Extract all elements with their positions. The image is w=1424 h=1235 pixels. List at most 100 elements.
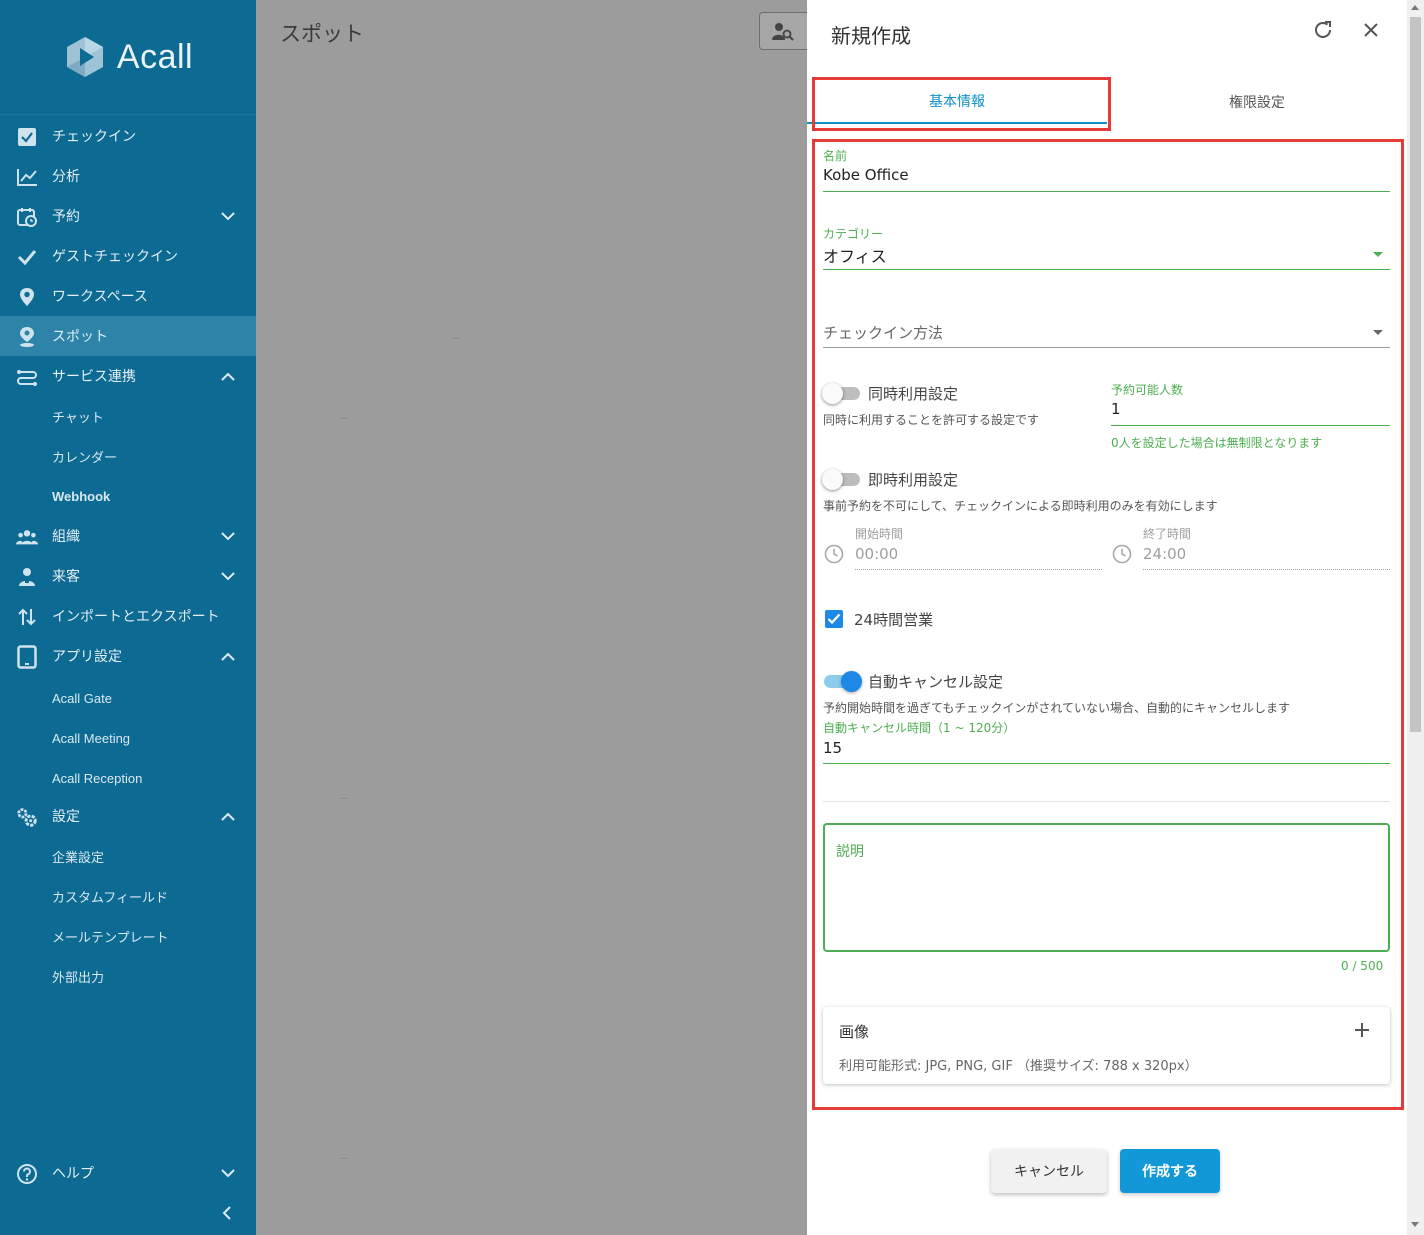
sidebar-item-app-settings[interactable]: アプリ設定: [0, 636, 256, 676]
description-label: 説明: [836, 844, 864, 860]
sidebar-item-label: チェックイン: [52, 129, 136, 145]
auto-cancel-minutes-underline: [823, 763, 1390, 764]
capacity-input[interactable]: 1: [1111, 400, 1121, 418]
sidebar-subitem-mail-templates[interactable]: メールテンプレート: [0, 916, 256, 956]
refresh-button[interactable]: [1309, 18, 1337, 46]
instant-use-hint: 事前予約を不可にして、チェックインによる即時利用のみを有効にします: [823, 499, 1218, 513]
group-icon: [16, 526, 38, 548]
section-divider: [823, 801, 1390, 802]
add-image-button[interactable]: [1349, 1019, 1375, 1045]
sidebar-item-visitor[interactable]: 来客: [0, 556, 256, 596]
calendar-clock-icon: [16, 206, 38, 228]
checkin-method-select[interactable]: チェックイン方法: [823, 322, 943, 343]
sidebar-subitem-chat[interactable]: チャット: [0, 396, 256, 436]
close-icon: [1363, 22, 1379, 42]
sidebar-item-label: 組織: [52, 529, 80, 545]
instant-use-toggle[interactable]: [822, 468, 862, 490]
sidebar-subitem-company-settings[interactable]: 企業設定: [0, 836, 256, 876]
sidebar-item-service-link[interactable]: サービス連携: [0, 356, 256, 396]
scrollbar-thumb[interactable]: [1410, 17, 1421, 732]
tab-permission-settings[interactable]: 権限設定: [1107, 80, 1407, 124]
instant-use-label: 即時利用設定: [868, 471, 959, 489]
user-search-field[interactable]: [759, 12, 807, 50]
image-upload-card: 画像 利用可能形式: JPG, PNG, GIF （推奨サイズ: 788 x 3…: [823, 1007, 1390, 1084]
sidebar: Acall チェックイン 分析 予約 ゲストチェックイン ワークスペース スポッ…: [0, 0, 256, 1235]
description-char-counter: 0 / 500: [1341, 959, 1384, 973]
name-input[interactable]: Kobe Office: [823, 166, 909, 184]
checkin-method-caret-icon[interactable]: [1373, 330, 1383, 335]
sidebar-subitem-label: Webhook: [52, 488, 111, 504]
vertical-scrollbar[interactable]: [1407, 0, 1424, 1235]
drawer-title: 新規作成: [831, 24, 911, 48]
gears-icon: [16, 806, 38, 828]
capacity-input-underline: [1111, 425, 1390, 426]
chevron-down-icon: [218, 206, 238, 226]
sidebar-item-spot[interactable]: スポット: [0, 316, 256, 356]
sidebar-subitem-calendar[interactable]: カレンダー: [0, 436, 256, 476]
sidebar-item-checkin[interactable]: チェックイン: [0, 116, 256, 156]
sidebar-subitem-label: メールテンプレート: [52, 930, 169, 946]
toggle-thumb: [822, 383, 843, 404]
chevron-down-icon: [218, 526, 238, 546]
end-time-input: 24:00: [1143, 545, 1187, 563]
visitor-icon: [16, 566, 38, 588]
open-24h-checkbox[interactable]: [825, 610, 843, 628]
image-section-title: 画像: [839, 1023, 870, 1041]
chevron-down-icon: [218, 1163, 238, 1183]
concurrent-use-toggle[interactable]: [822, 382, 862, 404]
sidebar-item-help[interactable]: ヘルプ: [0, 1153, 256, 1193]
service-link-icon: [16, 366, 38, 388]
auto-cancel-minutes-label: 自動キャンセル時間（1 ~ 120分）: [823, 721, 1016, 735]
end-clock-icon: [1112, 544, 1132, 568]
sidebar-item-workspace[interactable]: ワークスペース: [0, 276, 256, 316]
auto-cancel-toggle[interactable]: [822, 670, 862, 692]
sidebar-item-settings[interactable]: 設定: [0, 796, 256, 836]
checkin-method-underline: [823, 347, 1390, 348]
category-caret-icon[interactable]: [1373, 252, 1383, 257]
sidebar-subitem-label: Acall Gate: [52, 690, 112, 706]
scroll-down-arrow-icon[interactable]: [1411, 1222, 1419, 1227]
auto-cancel-minutes-input[interactable]: 15: [823, 739, 842, 757]
sidebar-item-organization[interactable]: 組織: [0, 516, 256, 556]
sidebar-subitem-webhook[interactable]: Webhook: [0, 476, 256, 516]
auto-cancel-hint: 予約開始時間を過ぎてもチェックインがされていない場合、自動的にキャンセルします: [823, 701, 1291, 715]
checkbox-icon: [16, 126, 38, 148]
sidebar-item-label: ゲストチェックイン: [52, 249, 178, 265]
description-textarea[interactable]: 説明: [823, 823, 1390, 952]
sidebar-item-reservation[interactable]: 予約: [0, 196, 256, 236]
sidebar-item-analytics[interactable]: 分析: [0, 156, 256, 196]
brand-name: Acall: [116, 37, 194, 76]
cancel-button[interactable]: キャンセル: [991, 1149, 1107, 1193]
sidebar-item-guest-checkin[interactable]: ゲストチェックイン: [0, 236, 256, 276]
capacity-field-label: 予約可能人数: [1111, 383, 1184, 397]
category-select[interactable]: オフィス: [823, 243, 887, 267]
end-time-underline: [1143, 569, 1390, 570]
collapse-sidebar-button[interactable]: [215, 1203, 237, 1225]
sidebar-subitem-acall-reception[interactable]: Acall Reception: [0, 758, 256, 798]
tab-basic-info[interactable]: 基本情報: [807, 80, 1107, 124]
brand-logo[interactable]: Acall: [0, 0, 256, 115]
sidebar-item-label: 予約: [52, 209, 80, 225]
main-content-overlay[interactable]: スポット: [256, 0, 807, 1235]
start-time-underline: [855, 569, 1102, 570]
open-24h-label: 24時間営業: [854, 611, 934, 629]
chevron-up-icon: [218, 366, 238, 386]
sidebar-subitem-label: 企業設定: [52, 850, 105, 866]
capacity-hint: 0人を設定した場合は無制限となります: [1111, 436, 1323, 450]
sidebar-subitem-acall-gate[interactable]: Acall Gate: [0, 678, 256, 718]
close-button[interactable]: [1357, 18, 1385, 46]
scroll-up-arrow-icon[interactable]: [1411, 5, 1419, 10]
sidebar-subitem-acall-meeting[interactable]: Acall Meeting: [0, 718, 256, 758]
map-pin-icon: [16, 286, 38, 308]
end-time-label: 終了時間: [1143, 527, 1192, 541]
checkmark-icon: [827, 610, 841, 629]
sidebar-item-import-export[interactable]: インポートとエクスポート: [0, 596, 256, 636]
create-button[interactable]: 作成する: [1120, 1149, 1220, 1193]
start-clock-icon: [824, 544, 844, 568]
sidebar-item-label: サービス連携: [52, 369, 136, 385]
import-export-icon: [16, 606, 38, 628]
sidebar-subitem-custom-fields[interactable]: カスタムフィールド: [0, 876, 256, 916]
divider: [340, 798, 348, 799]
sidebar-subitem-external-output[interactable]: 外部出力: [0, 956, 256, 996]
chevron-up-icon: [218, 646, 238, 666]
